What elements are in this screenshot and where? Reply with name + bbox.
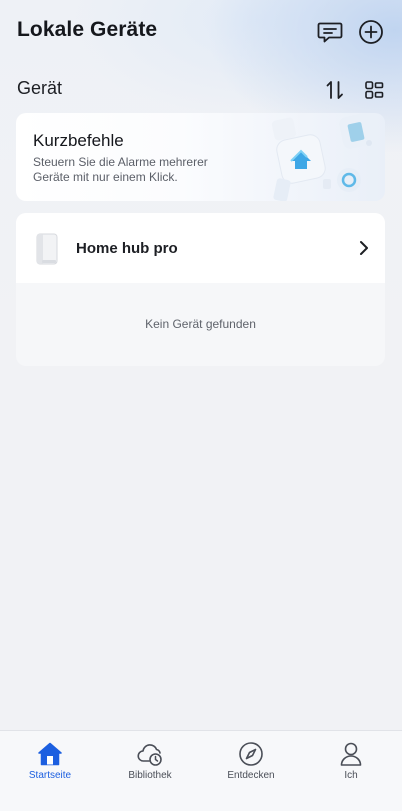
page-title: Lokale Geräte [17, 18, 158, 41]
bottom-tab-bar: Startseite Bibliothek Entdecken Ich [0, 730, 402, 811]
person-icon [340, 742, 362, 766]
compass-icon [239, 742, 263, 766]
device-card: Home hub pro Kein Gerät gefunden [16, 213, 385, 366]
section-title: Gerät [17, 78, 63, 98]
shortcuts-card[interactable]: Kurzbefehle Steuern Sie die Alarme mehre… [16, 113, 385, 201]
shortcuts-illustration-icon [271, 113, 375, 201]
empty-state-text: Kein Gerät gefunden [145, 317, 256, 331]
home-icon [38, 742, 62, 766]
device-row-home-hub-pro[interactable]: Home hub pro [16, 213, 385, 283]
cloud-clock-icon [137, 744, 162, 766]
shortcuts-description: Steuern Sie die Alarme mehrerer Geräte m… [33, 155, 208, 184]
tab-label: Bibliothek [128, 770, 172, 781]
chevron-right-icon [360, 241, 368, 255]
tab-label: Entdecken [227, 770, 275, 781]
tab-label: Startseite [28, 770, 72, 781]
shortcuts-title: Kurzbefehle [33, 131, 124, 150]
tab-startseite[interactable]: Startseite [0, 731, 100, 791]
device-name: Home hub pro [76, 240, 178, 257]
add-device-icon[interactable] [357, 18, 385, 46]
tab-bibliothek[interactable]: Bibliothek [100, 731, 200, 791]
tab-ich[interactable]: Ich [301, 731, 401, 791]
tab-entdecken[interactable]: Entdecken [201, 731, 301, 791]
tab-label: Ich [344, 770, 358, 781]
hub-device-icon [36, 233, 58, 265]
grid-view-icon[interactable] [362, 78, 386, 102]
sort-icon[interactable] [323, 78, 347, 102]
message-icon[interactable] [316, 18, 344, 46]
